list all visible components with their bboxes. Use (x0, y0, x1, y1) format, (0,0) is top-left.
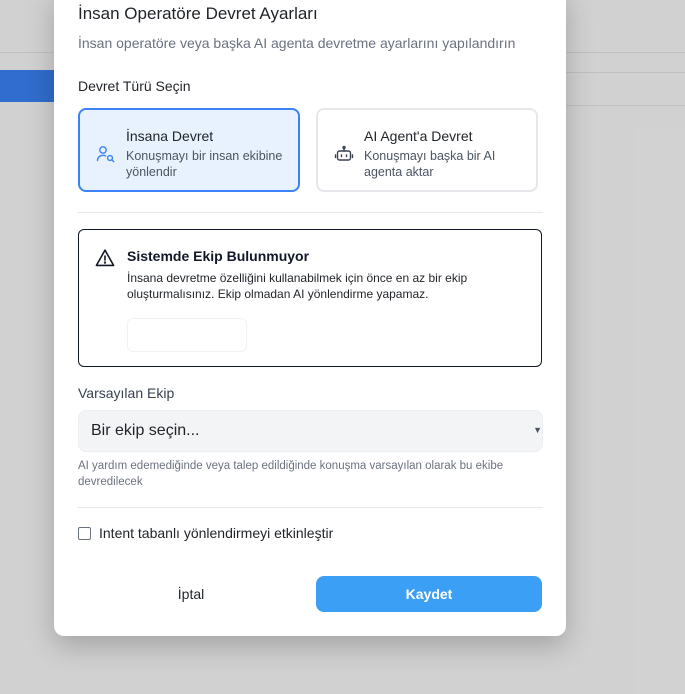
chevron-down-icon: ▼ (533, 425, 542, 435)
warning-title: Sistemde Ekip Bulunmuyor (127, 248, 310, 264)
robot-icon (334, 145, 354, 161)
option-human-handoff[interactable]: İnsana Devret Konuşmayı bir insan ekibin… (78, 108, 300, 192)
cancel-button[interactable]: İptal (78, 576, 304, 612)
dialog-title: İnsan Operatöre Devret Ayarları (78, 4, 318, 23)
default-team-label: Varsayılan Ekip (78, 385, 175, 401)
option-ai-agent-handoff[interactable]: AI Agent'a Devret Konuşmayı başka bir AI… (316, 108, 538, 192)
user-search-icon (96, 146, 115, 163)
warning-triangle-icon (95, 249, 115, 267)
create-team-button[interactable] (127, 318, 247, 352)
section-divider (78, 507, 543, 508)
handoff-settings-dialog: İnsan Operatöre Devret Ayarları İnsan op… (54, 0, 566, 636)
default-team-hint: AI yardım edemediğinde veya talep edildi… (78, 460, 504, 488)
select-value: Bir ekip seçin... (91, 422, 200, 439)
save-button[interactable]: Kaydet (316, 576, 542, 612)
option-description: Konuşmayı bir insan ekibine yönlendir (126, 149, 283, 179)
warning-message: İnsana devretme özelliğini kullanabilmek… (127, 271, 468, 301)
dialog-subtitle: İnsan operatöre veya başka AI agenta dev… (78, 35, 516, 51)
section-divider (78, 212, 543, 213)
intent-routing-row[interactable]: Intent tabanlı yönlendirmeyi etkinleştir (78, 525, 333, 541)
intent-routing-label[interactable]: Intent tabanlı yönlendirmeyi etkinleştir (99, 525, 333, 541)
option-title: AI Agent'a Devret (364, 128, 473, 144)
option-description: Konuşmayı başka bir AI agenta aktar (364, 149, 496, 179)
handoff-type-label: Devret Türü Seçin (78, 78, 191, 94)
default-team-select[interactable]: Bir ekip seçin... ▼ (78, 410, 543, 452)
intent-routing-checkbox[interactable] (78, 526, 91, 540)
no-team-warning: Sistemde Ekip Bulunmuyor İnsana devretme… (78, 229, 542, 367)
option-title: İnsana Devret (126, 128, 214, 144)
